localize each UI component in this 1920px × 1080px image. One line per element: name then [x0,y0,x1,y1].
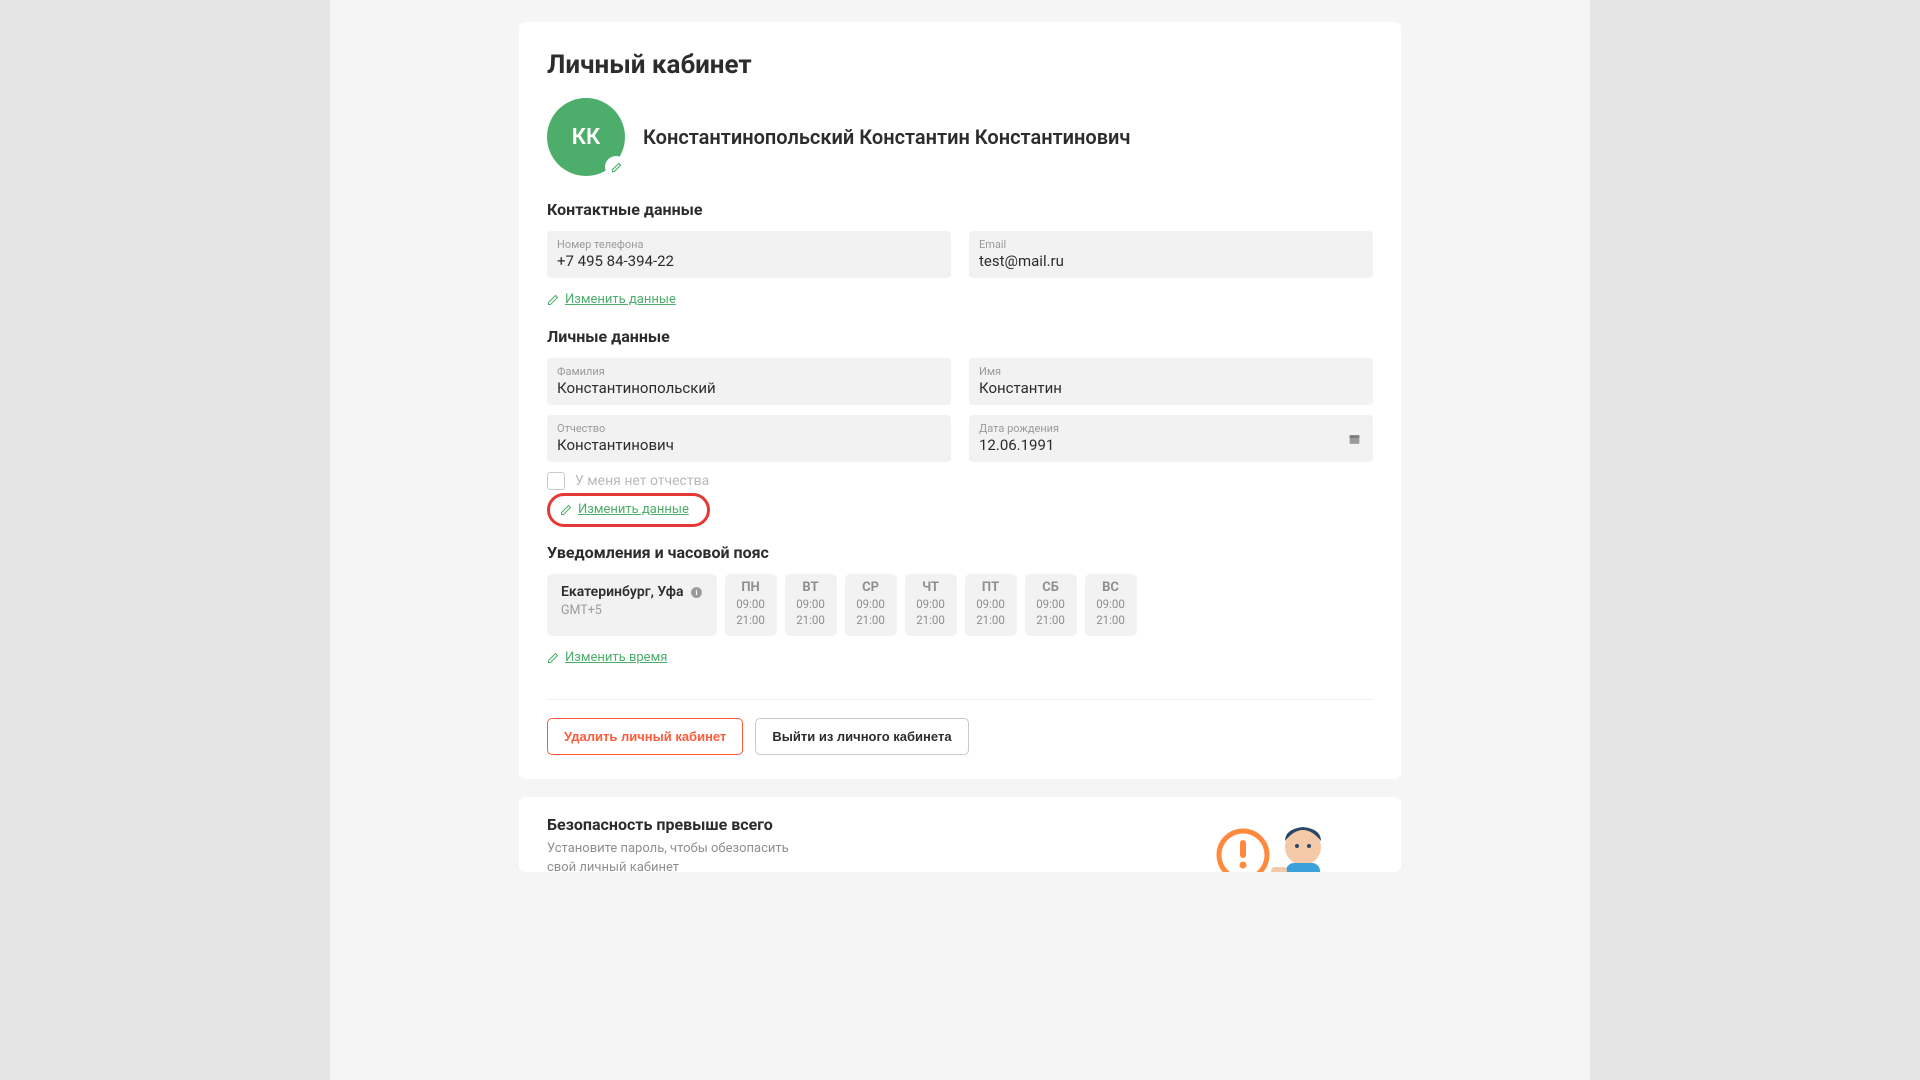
pencil-icon [547,652,559,664]
email-label: Email [979,238,1363,251]
logout-button[interactable]: Выйти из личного кабинета [755,718,968,755]
phone-label: Номер телефона [557,238,941,251]
name-label: Имя [979,365,1363,378]
patronymic-label: Отчество [557,422,941,435]
pencil-icon [547,294,559,306]
edit-time-link[interactable]: Изменить время [547,650,667,665]
dob-field[interactable]: Дата рождения 12.06.1991 [969,415,1373,462]
timezone-box[interactable]: Екатеринбург, Уфа i GMT+5 [547,574,717,636]
notifications-heading: Уведомления и часовой пояс [547,543,1373,562]
email-field[interactable]: Email test@mail.ru [969,231,1373,278]
patronymic-field[interactable]: Отчество Константинович [547,415,951,462]
day-box-sun[interactable]: ВС 09:0021:00 [1085,574,1137,636]
page-title: Личный кабинет [547,50,1373,80]
pencil-icon [560,504,572,516]
security-card: Безопасность превыше всего Установите па… [519,797,1401,872]
security-text: Установите пароль, чтобы обезопасить сво… [547,840,797,872]
name-value: Константин [979,379,1363,397]
security-heading: Безопасность превыше всего [547,815,797,834]
edit-personal-highlight: Изменить данные [547,493,710,527]
contacts-heading: Контактные данные [547,200,1373,219]
timezone-city: Екатеринбург, Уфа [561,584,684,600]
no-patronymic-label: У меня нет отчества [575,473,709,489]
day-box-thu[interactable]: ЧТ 09:0021:00 [905,574,957,636]
avatar[interactable]: КК [547,98,625,176]
day-box-sat[interactable]: СБ 09:0021:00 [1025,574,1077,636]
surname-field[interactable]: Фамилия Константинопольский [547,358,951,405]
day-box-wed[interactable]: СР 09:0021:00 [845,574,897,636]
edit-contacts-link[interactable]: Изменить данные [547,292,676,307]
no-patronymic-checkbox[interactable]: У меня нет отчества [547,472,1373,490]
dob-label: Дата рождения [979,422,1363,435]
day-box-fri[interactable]: ПТ 09:0021:00 [965,574,1017,636]
pencil-icon [611,162,622,173]
full-name: Константинопольский Константин Константи… [643,124,1130,151]
dob-value: 12.06.1991 [979,436,1363,454]
profile-card: Личный кабинет КК Константинопольский Ко… [519,22,1401,779]
phone-field[interactable]: Номер телефона +7 495 84-394-22 [547,231,951,278]
surname-label: Фамилия [557,365,941,378]
surname-value: Константинопольский [557,379,941,397]
svg-text:i: i [695,588,697,597]
patronymic-value: Константинович [557,436,941,454]
avatar-edit-badge[interactable] [605,156,627,178]
timezone-offset: GMT+5 [561,603,703,618]
edit-personal-link[interactable]: Изменить данные [560,502,689,517]
avatar-initials: КК [572,125,600,150]
delete-account-button[interactable]: Удалить личный кабинет [547,718,743,755]
day-box-tue[interactable]: ВТ 09:0021:00 [785,574,837,636]
day-box-mon[interactable]: ПН 09:0021:00 [725,574,777,636]
checkbox-icon [547,472,565,490]
phone-value: +7 495 84-394-22 [557,252,941,270]
info-icon: i [690,586,703,599]
security-illustration [1203,815,1373,872]
name-field[interactable]: Имя Константин [969,358,1373,405]
calendar-icon [1348,432,1361,445]
email-value: test@mail.ru [979,252,1363,270]
personal-heading: Личные данные [547,327,1373,346]
